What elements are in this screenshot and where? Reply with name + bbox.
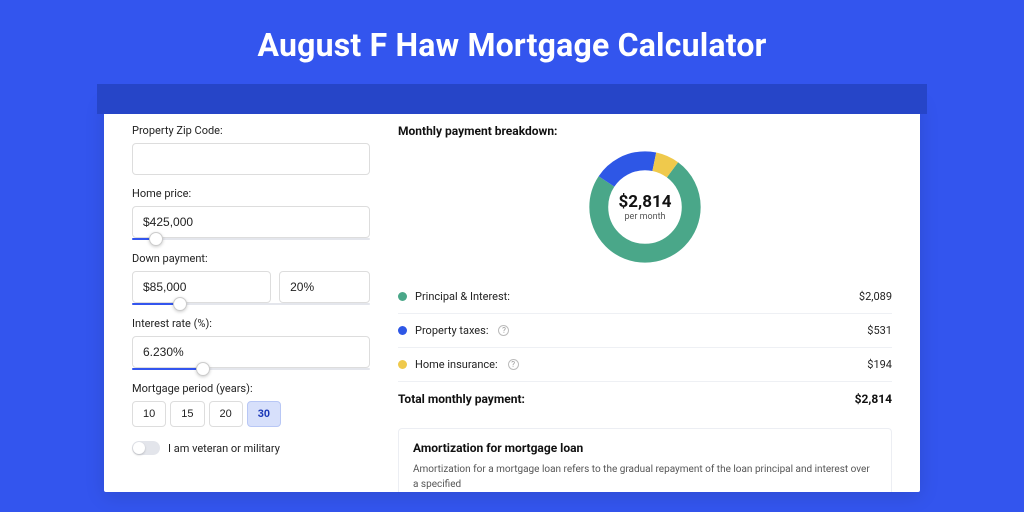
legend-value: $194 (867, 358, 892, 371)
period-option-15[interactable]: 15 (170, 401, 204, 427)
donut-sub: per month (619, 212, 672, 222)
donut-center: $2,814 per month (619, 192, 672, 222)
interest-group: Interest rate (%): (132, 317, 370, 370)
period-option-10[interactable]: 10 (132, 401, 166, 427)
period-options: 10152030 (132, 401, 370, 427)
total-label: Total monthly payment: (398, 392, 525, 406)
legend-dot (398, 292, 407, 301)
total-row: Total monthly payment: $2,814 (398, 382, 892, 420)
period-option-30[interactable]: 30 (247, 401, 281, 427)
zip-group: Property Zip Code: (132, 124, 370, 175)
legend: Principal & Interest: $2,089 Property taxe… (398, 280, 892, 382)
amortization-title: Amortization for mortgage loan (413, 441, 877, 455)
period-group: Mortgage period (years): 10152030 (132, 382, 370, 427)
down-payment-group: Down payment: (132, 252, 370, 305)
legend-row: Home insurance:? $194 (398, 348, 892, 382)
legend-label: Home insurance: (415, 358, 498, 371)
legend-dot (398, 360, 407, 369)
info-icon[interactable]: ? (498, 325, 509, 336)
interest-input[interactable] (132, 336, 370, 368)
period-label: Mortgage period (years): (132, 382, 370, 395)
down-payment-pct-input[interactable] (279, 271, 370, 303)
legend-row: Property taxes:? $531 (398, 314, 892, 348)
legend-label: Principal & Interest: (415, 290, 510, 303)
legend-dot (398, 326, 407, 335)
down-payment-input[interactable] (132, 271, 271, 303)
slider-fill (132, 368, 203, 370)
interest-label: Interest rate (%): (132, 317, 370, 330)
toggle-knob (133, 442, 145, 454)
veteran-row: I am veteran or military (132, 441, 370, 455)
veteran-label: I am veteran or military (168, 442, 280, 455)
home-price-label: Home price: (132, 187, 370, 200)
zip-label: Property Zip Code: (132, 124, 370, 137)
info-icon[interactable]: ? (508, 359, 519, 370)
payment-donut-chart: $2,814 per month (584, 146, 706, 268)
veteran-toggle[interactable] (132, 441, 160, 455)
amortization-text: Amortization for a mortgage loan refers … (413, 463, 877, 492)
home-price-group: Home price: (132, 187, 370, 240)
legend-value: $531 (867, 324, 892, 337)
slider-thumb[interactable] (196, 362, 210, 376)
legend-row: Principal & Interest: $2,089 (398, 280, 892, 314)
header-shadow (97, 84, 927, 114)
breakdown-title: Monthly payment breakdown: (398, 124, 892, 138)
home-price-input[interactable] (132, 206, 370, 238)
period-option-20[interactable]: 20 (209, 401, 243, 427)
page-title: August F Haw Mortgage Calculator (258, 26, 767, 64)
inputs-column: Property Zip Code: Home price: Down paym… (132, 124, 370, 480)
slider-thumb[interactable] (173, 297, 187, 311)
breakdown-column: Monthly payment breakdown: $2,814 per mo… (398, 124, 892, 480)
donut-amount: $2,814 (619, 192, 672, 212)
interest-slider[interactable] (132, 368, 370, 370)
amortization-card: Amortization for mortgage loan Amortizat… (398, 428, 892, 492)
down-payment-slider[interactable] (132, 303, 370, 305)
legend-label: Property taxes: (415, 324, 488, 337)
total-value: $2,814 (855, 392, 892, 406)
donut-wrap: $2,814 per month (398, 146, 892, 268)
calculator-card: Property Zip Code: Home price: Down paym… (104, 100, 920, 492)
down-payment-label: Down payment: (132, 252, 370, 265)
home-price-slider[interactable] (132, 238, 370, 240)
zip-input[interactable] (132, 143, 370, 175)
slider-thumb[interactable] (149, 232, 163, 246)
legend-value: $2,089 (859, 290, 892, 303)
